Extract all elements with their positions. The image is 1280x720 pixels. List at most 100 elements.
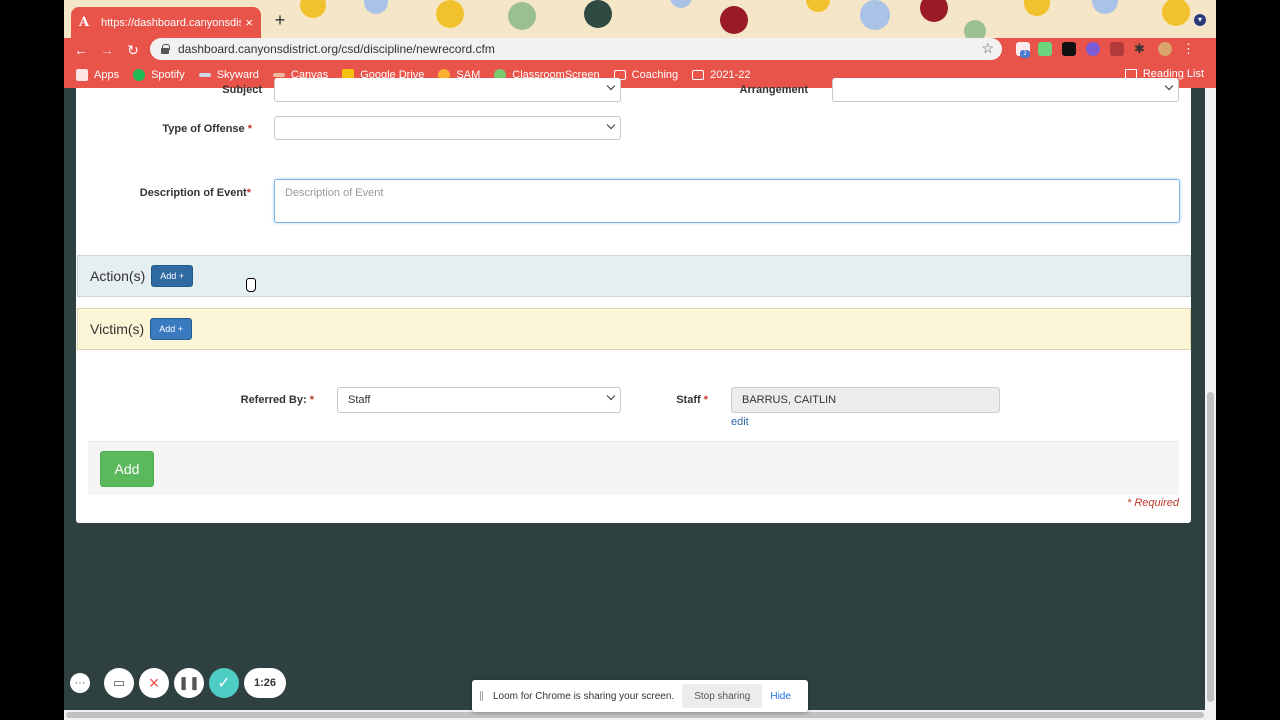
offense-label-text: Type of Offense xyxy=(162,123,245,135)
description-label: Description of Event* xyxy=(116,187,251,199)
victims-title: Victim(s) xyxy=(90,321,145,337)
tab-strip: A https://dashboard.canyonsdistrict.org/… xyxy=(64,0,1216,38)
tab-close-icon[interactable]: × xyxy=(245,15,253,30)
theme-dot xyxy=(508,2,536,30)
bookmark-apps[interactable]: Apps xyxy=(76,69,119,81)
extension-badge: 2 xyxy=(1020,50,1030,58)
loom-more-button[interactable]: ··· xyxy=(70,673,90,693)
url-text: dashboard.canyonsdistrict.org/csd/discip… xyxy=(178,42,495,56)
discipline-form-card: Subject Arrangement Type of Offense * De… xyxy=(76,78,1191,523)
theme-dot xyxy=(1162,0,1190,26)
edit-staff-link[interactable]: edit xyxy=(731,416,749,428)
loom-pause-icon[interactable]: ❚❚ xyxy=(174,668,204,698)
chevron-down-icon[interactable]: ▾ xyxy=(1194,14,1206,26)
add-action-button[interactable]: Add + xyxy=(151,265,194,287)
browser-tab-active[interactable]: A https://dashboard.canyonsdistrict.org/… xyxy=(71,7,261,38)
theme-dot xyxy=(300,0,326,18)
extension-black-icon[interactable] xyxy=(1062,42,1076,56)
staff-field: BARRUS, CAITLIN xyxy=(731,387,1000,413)
bookmark-label: Skyward xyxy=(216,69,259,81)
bookmark-label: Coaching xyxy=(631,69,679,81)
arrangement-label-text: Arrangement xyxy=(739,84,808,96)
bookmark-skyward[interactable]: Skyward xyxy=(198,69,259,81)
extension-red-icon[interactable] xyxy=(1110,42,1124,56)
bookmark-coaching[interactable]: Coaching xyxy=(613,69,679,81)
screen: A https://dashboard.canyonsdistrict.org/… xyxy=(0,0,1280,720)
offense-label: Type of Offense * xyxy=(136,123,252,135)
theme-dot xyxy=(670,0,692,8)
add-victim-button[interactable]: Add + xyxy=(150,318,192,340)
forward-arrow-icon[interactable]: → xyxy=(98,41,116,59)
bookmark-star-icon[interactable]: ☆ xyxy=(981,40,994,57)
theme-dot xyxy=(1024,0,1050,16)
browser-window: A https://dashboard.canyonsdistrict.org/… xyxy=(64,0,1216,720)
extension-purple-icon[interactable] xyxy=(1086,42,1100,56)
canyons-favicon-icon: A xyxy=(79,14,90,30)
subject-label: Subject xyxy=(166,84,262,96)
theme-dot xyxy=(364,0,388,14)
arrangement-select[interactable] xyxy=(832,78,1179,102)
theme-dot xyxy=(720,6,748,34)
chevron-down-icon xyxy=(1164,81,1174,91)
referred-by-value: Staff xyxy=(348,394,371,406)
chevron-down-icon xyxy=(606,391,616,401)
share-status-text: Loom for Chrome is sharing your screen. xyxy=(493,690,675,702)
staff-label: Staff * xyxy=(656,394,708,406)
referred-by-select[interactable]: Staff xyxy=(337,387,621,413)
arrangement-label: Arrangement xyxy=(696,84,808,96)
tab-title: https://dashboard.canyonsdistrict.org/cs… xyxy=(101,16,241,29)
bookmark-spotify[interactable]: Spotify xyxy=(133,69,185,81)
referred-by-label: Referred By: * xyxy=(216,394,314,406)
required-asterisk: * xyxy=(247,123,252,135)
scrollbar-thumb-horizontal[interactable] xyxy=(66,712,1204,718)
left-letterbox xyxy=(0,0,64,720)
address-bar[interactable]: dashboard.canyonsdistrict.org/csd/discip… xyxy=(150,38,1002,60)
profile-avatar[interactable] xyxy=(1158,42,1172,56)
right-letterbox xyxy=(1216,0,1280,720)
bookmark-label: 2021-22 xyxy=(710,69,751,81)
victims-section: Victim(s) Add + xyxy=(77,308,1191,350)
loom-recording-controls: ··· ▭ × ❚❚ ✓ 1:26 xyxy=(70,668,286,698)
theme-dot xyxy=(436,0,464,28)
loom-timer: 1:26 xyxy=(244,668,286,698)
back-arrow-icon[interactable]: ← xyxy=(72,41,90,59)
loom-cancel-icon[interactable]: × xyxy=(139,668,169,698)
new-tab-button[interactable]: + xyxy=(270,10,290,30)
loom-camera-icon[interactable]: ▭ xyxy=(104,668,134,698)
browser-toolbar: ← → ↻ dashboard.canyonsdistrict.org/csd/… xyxy=(64,38,1216,62)
theme-dot xyxy=(806,0,830,12)
chevron-down-icon xyxy=(606,120,616,130)
drag-grip-icon[interactable] xyxy=(480,691,483,701)
folder-icon xyxy=(692,70,705,80)
required-asterisk: * xyxy=(246,187,251,199)
bookmark-2021-22[interactable]: 2021-22 xyxy=(692,69,751,81)
required-note: * Required xyxy=(1127,497,1179,509)
form-actions-band: Add xyxy=(88,441,1179,495)
required-asterisk: * xyxy=(309,394,314,406)
theme-dot xyxy=(920,0,948,22)
theme-dot xyxy=(964,20,986,38)
puzzle-extensions-icon[interactable]: ✱ xyxy=(1134,42,1148,56)
scrollbar-thumb[interactable] xyxy=(1207,392,1214,702)
vertical-scrollbar[interactable] xyxy=(1205,88,1216,710)
loom-finish-check-icon[interactable]: ✓ xyxy=(209,668,239,698)
actions-title: Action(s) xyxy=(90,268,146,284)
extension-green-icon[interactable] xyxy=(1038,42,1052,56)
apps-grid-icon xyxy=(76,69,88,81)
reload-icon[interactable]: ↻ xyxy=(124,41,142,59)
stop-sharing-button[interactable]: Stop sharing xyxy=(682,684,763,708)
hide-banner-button[interactable]: Hide xyxy=(770,691,791,702)
add-record-button[interactable]: Add xyxy=(100,451,154,487)
chevron-down-icon xyxy=(606,81,616,91)
offense-select[interactable] xyxy=(274,116,621,140)
description-textarea[interactable]: Description of Event xyxy=(274,179,1180,223)
theme-dot xyxy=(1092,0,1118,14)
spotify-icon xyxy=(133,69,146,81)
subject-select[interactable] xyxy=(274,78,621,102)
lock-icon[interactable] xyxy=(160,44,170,54)
theme-dot xyxy=(860,0,890,30)
bookmark-label: Spotify xyxy=(151,69,185,81)
kebab-menu-icon[interactable]: ⋮ xyxy=(1182,42,1196,56)
canvas-icon xyxy=(272,73,285,77)
bookmark-label: Apps xyxy=(94,69,120,81)
